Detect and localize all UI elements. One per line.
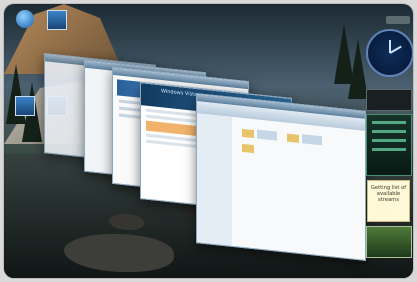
meter-row [372,121,406,124]
recycle-bin-icon [16,10,34,28]
window-explorer-front[interactable] [196,93,366,261]
photo-gadget[interactable] [366,226,412,258]
network-icon [15,96,35,116]
slideshow-gadget[interactable] [366,89,412,111]
tree [348,39,368,99]
folder-icon[interactable] [242,143,254,154]
folder-icon[interactable] [242,128,254,139]
desktop-icon-recycle-bin[interactable] [8,10,42,29]
navigation-pane[interactable] [197,113,232,246]
cpu-meter-gadget[interactable] [366,114,412,176]
meter-row [372,130,406,133]
meter-row [372,139,406,142]
meter-row [372,148,406,151]
feed-gadget[interactable]: Getting list of available streams [367,180,410,222]
sidebar-header[interactable] [386,16,410,24]
desktop: Windows Vista Getting list of available … [4,4,413,278]
clock-hand [389,45,402,54]
file-item[interactable] [302,134,322,146]
desktop-icon-computer[interactable] [40,10,74,31]
clock-gadget[interactable] [366,29,413,77]
desktop-icon-network[interactable] [8,96,42,117]
computer-icon [47,10,67,30]
file-item[interactable] [257,129,277,141]
folder-icon[interactable] [287,133,299,143]
